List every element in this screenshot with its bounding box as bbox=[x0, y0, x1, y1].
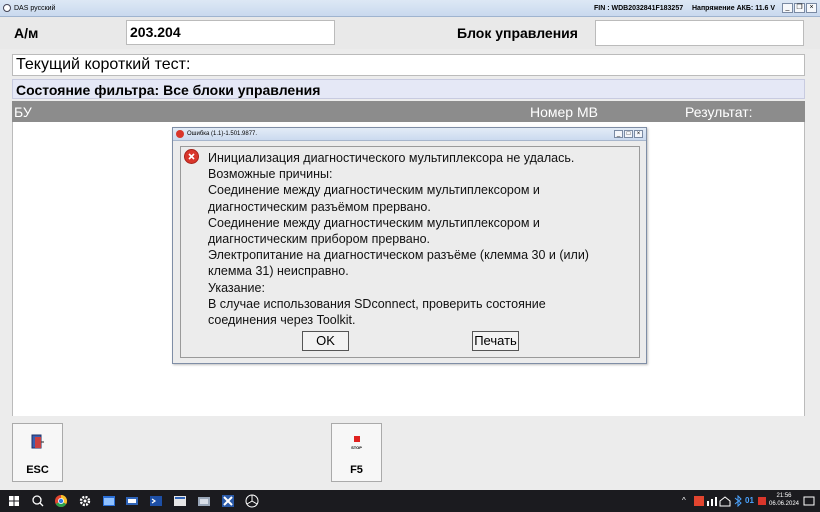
clock-time: 21:56 bbox=[776, 493, 792, 499]
tray-battery-number[interactable]: 01 bbox=[745, 496, 754, 505]
dialog-body: Инициализация диагностического мультипле… bbox=[180, 146, 640, 358]
message-line: диагностическим прибором прервано. bbox=[208, 232, 431, 247]
file-manager-icon[interactable] bbox=[196, 493, 212, 509]
message-line: клемма 31) неисправно. bbox=[208, 264, 349, 279]
error-dialog: Ошибка (1.1)-1.501.9877. _ □ × Инициализ… bbox=[172, 127, 647, 364]
column-mb-number[interactable]: Номер MB bbox=[530, 104, 598, 120]
exit-door-icon bbox=[31, 434, 44, 449]
app-title-bar: DAS русский FIN : WDB2032841F183257 Напр… bbox=[0, 0, 820, 17]
tray-network-icon[interactable] bbox=[706, 495, 718, 507]
print-button[interactable]: Печать bbox=[472, 331, 519, 351]
message-line: Инициализация диагностического мультипле… bbox=[208, 151, 575, 165]
column-bu[interactable]: БУ bbox=[14, 104, 32, 120]
vehicle-model-field[interactable]: 203.204 bbox=[126, 20, 335, 45]
f5-label: F5 bbox=[350, 464, 363, 476]
error-x-icon bbox=[184, 149, 199, 164]
dialog-restore-button[interactable]: □ bbox=[624, 130, 633, 138]
message-line: Возможные причины: bbox=[208, 167, 333, 182]
ok-button[interactable]: OK bbox=[302, 331, 349, 351]
stop-text: STOP bbox=[351, 445, 362, 450]
xentry-icon[interactable] bbox=[220, 493, 236, 509]
mercedes-star-icon[interactable] bbox=[244, 493, 260, 509]
dialog-minimize-button[interactable]: _ bbox=[614, 130, 623, 138]
toolkit-icon[interactable] bbox=[172, 493, 188, 509]
terminal-icon[interactable] bbox=[148, 493, 164, 509]
minimize-button[interactable]: _ bbox=[782, 3, 793, 13]
dialog-title-bar: Ошибка (1.1)-1.501.9877. _ □ × bbox=[173, 128, 646, 141]
control-unit-field[interactable] bbox=[595, 20, 804, 46]
restore-button[interactable]: ❐ bbox=[794, 3, 805, 13]
column-header-row: БУ Номер MB Результат: bbox=[12, 101, 805, 122]
column-result[interactable]: Результат: bbox=[685, 104, 753, 120]
dialog-error-icon bbox=[176, 130, 184, 138]
settings-gear-icon[interactable] bbox=[77, 493, 93, 509]
f5-stop-button[interactable]: STOP F5 bbox=[331, 423, 382, 482]
taskbar-clock[interactable]: 21:56 06.06.2024 bbox=[764, 492, 804, 508]
app-name: DAS русский bbox=[14, 5, 56, 12]
taskbar: ^ 01 21:56 06.06.2024 bbox=[0, 490, 820, 512]
message-line: Соединение между диагностическим мультип… bbox=[208, 183, 540, 198]
message-line: В случае использования SDconnect, провер… bbox=[208, 296, 546, 311]
message-line: Соединение между диагностическим мультип… bbox=[208, 215, 540, 230]
message-line: Указание: bbox=[208, 280, 265, 295]
fin-label: FIN : WDB2032841F183257 bbox=[594, 5, 684, 12]
notification-icon[interactable] bbox=[803, 495, 815, 507]
filter-state: Состояние фильтра: Все блоки управления bbox=[12, 79, 805, 99]
message-line: соединения через Toolkit. bbox=[208, 313, 356, 328]
error-message: Инициализация диагностического мультипле… bbox=[208, 150, 633, 328]
app-window-icon[interactable] bbox=[101, 493, 117, 509]
esc-button[interactable]: ESC bbox=[12, 423, 63, 482]
current-short-test: Текущий короткий тест: bbox=[12, 54, 805, 76]
chrome-icon[interactable] bbox=[53, 493, 69, 509]
search-icon[interactable] bbox=[30, 493, 46, 509]
dialog-close-button[interactable]: × bbox=[634, 130, 643, 138]
esc-label: ESC bbox=[26, 464, 49, 476]
stop-icon bbox=[354, 436, 360, 442]
close-button[interactable]: × bbox=[806, 3, 817, 13]
control-unit-label: Блок управления bbox=[457, 25, 578, 41]
clock-date: 06.06.2024 bbox=[768, 501, 800, 507]
dialog-title: Ошибка (1.1)-1.501.9877. bbox=[187, 131, 258, 137]
app-icon bbox=[3, 4, 11, 12]
message-line: Электропитание на диагностическом разъём… bbox=[208, 248, 589, 263]
message-line: диагностическим разъёмом прервано. bbox=[208, 199, 431, 214]
network-icon[interactable] bbox=[124, 493, 140, 509]
tray-app-icon[interactable] bbox=[693, 495, 705, 507]
tray-home-icon[interactable] bbox=[719, 495, 731, 507]
vehicle-label: А/м bbox=[14, 25, 39, 41]
battery-voltage: Напряжение АКБ: 11.6 V bbox=[692, 5, 776, 12]
tray-bluetooth-icon[interactable] bbox=[732, 495, 744, 507]
tray-chevron-icon[interactable]: ^ bbox=[682, 496, 686, 505]
windows-start-icon[interactable] bbox=[6, 493, 22, 509]
